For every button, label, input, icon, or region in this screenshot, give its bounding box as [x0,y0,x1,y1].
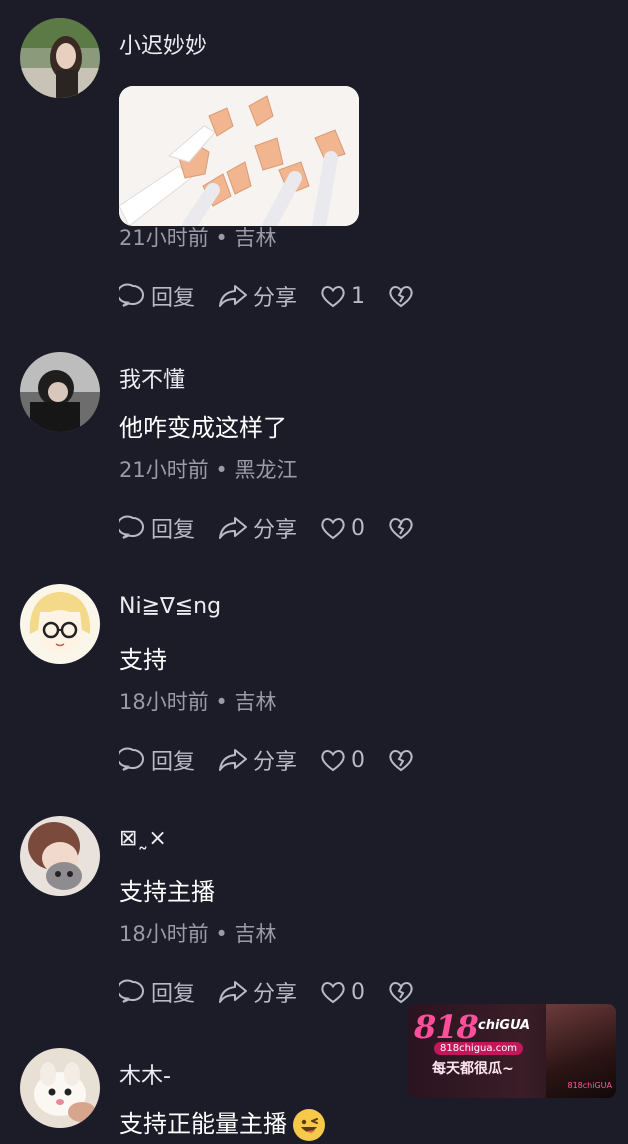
comment-actions: 回复 分享 0 [119,512,437,544]
comment-actions: 回复 分享 0 [119,976,437,1008]
comment-bubble-icon [119,747,144,771]
comment-text-value: 支持正能量主播 [119,1110,287,1138]
share-label: 分享 [253,286,298,311]
username[interactable]: 小迟妙妙 [119,28,207,60]
comment-text: 他咋变成这样了 [119,414,287,442]
dislike-button[interactable] [387,514,415,542]
comment-meta: 18小时前 • 吉林 [119,690,277,714]
dislike-button[interactable] [387,282,415,310]
like-button[interactable]: 1 [319,282,365,310]
share-label: 分享 [253,982,298,1007]
reply-label: 回复 [151,750,196,775]
like-count: 0 [351,515,366,541]
share-arrow-icon [219,981,248,1003]
dislike-button[interactable] [387,746,415,774]
heart-icon [321,982,345,1004]
reply-button[interactable]: 回复 [119,512,195,544]
broken-heart-icon [389,518,413,540]
comment-image[interactable] [119,86,359,226]
ad-logo-sub: chiGUA [478,1018,531,1033]
share-button[interactable]: 分享 [217,744,297,776]
ad-slogan: 每天都很瓜~ [432,1061,514,1077]
comment-panel: 小迟妙妙 21小时前 • 吉林 回复 分享 1 我不懂 他咋变成这样了 21小时… [0,0,628,1144]
username[interactable]: 木木- [119,1058,171,1090]
share-label: 分享 [253,518,298,543]
ad-site: 818chigua.com [434,1042,524,1055]
reply-label: 回复 [151,518,196,543]
broken-heart-icon [389,982,413,1004]
like-button[interactable]: 0 [319,514,365,542]
grinning-emoji-icon [293,1109,325,1141]
comment-meta: 18小时前 • 吉林 [119,922,277,946]
reply-button[interactable]: 回复 [119,280,195,312]
comment-bubble-icon [119,283,144,307]
ad-banner[interactable]: 818 chiGUA 818chigua.com 每天都很瓜~ 818chiGU… [408,1004,616,1098]
avatar[interactable] [20,816,100,896]
like-count: 0 [351,979,366,1005]
reply-label: 回复 [151,982,196,1007]
share-button[interactable]: 分享 [217,976,297,1008]
comment-text: 支持正能量主播 [119,1104,325,1141]
comment-text: 支持主播 [119,878,215,906]
comment-text: 支持 [119,646,167,674]
share-arrow-icon [219,517,248,539]
ad-photo-label: 818chiGUA [567,1081,613,1090]
avatar[interactable] [20,584,100,664]
comment-bubble-icon [119,979,144,1003]
ad-photo: 818chiGUA [546,1004,616,1098]
share-arrow-icon [219,749,248,771]
share-button[interactable]: 分享 [217,512,297,544]
avatar[interactable] [20,352,100,432]
heart-icon [321,750,345,772]
broken-heart-icon [389,750,413,772]
ad-logo: 818 [414,1008,479,1046]
share-arrow-icon [219,285,248,307]
avatar[interactable] [20,1048,100,1128]
reply-label: 回复 [151,286,196,311]
share-button[interactable]: 分享 [217,280,297,312]
like-button[interactable]: 0 [319,746,365,774]
comment-actions: 回复 分享 1 [119,280,437,312]
broken-heart-icon [389,286,413,308]
dislike-button[interactable] [387,978,415,1006]
username[interactable]: ⊠˷× [119,826,167,851]
reply-button[interactable]: 回复 [119,744,195,776]
comment-meta: 21小时前 • 黑龙江 [119,458,298,482]
comment-bubble-icon [119,515,144,539]
share-label: 分享 [253,750,298,775]
like-button[interactable]: 0 [319,978,365,1006]
avatar[interactable] [20,18,100,98]
reply-button[interactable]: 回复 [119,976,195,1008]
like-count: 1 [351,283,366,309]
comment-actions: 回复 分享 0 [119,744,437,776]
username[interactable]: Ni≧∇≦ng [119,594,221,619]
like-count: 0 [351,747,366,773]
heart-icon [321,286,345,308]
comment-meta: 21小时前 • 吉林 [119,226,277,250]
username[interactable]: 我不懂 [119,362,185,394]
heart-icon [321,518,345,540]
